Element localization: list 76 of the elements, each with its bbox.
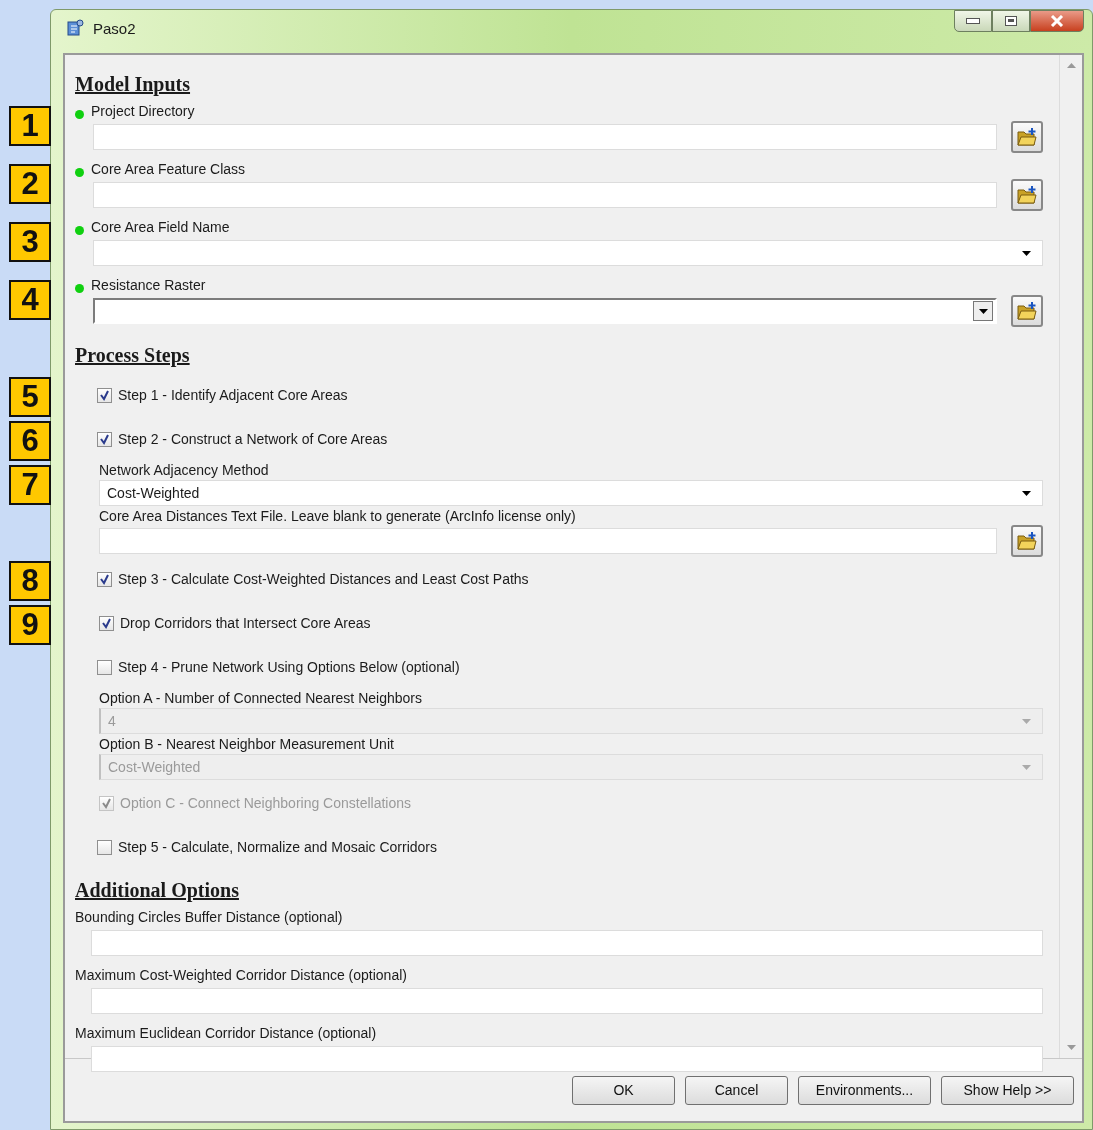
- callout-number: 1: [9, 106, 51, 146]
- dialog-button[interactable]: Environments...: [798, 1075, 931, 1105]
- section-heading: Process Steps: [75, 344, 191, 367]
- callout-number: 6: [9, 421, 51, 461]
- script-icon: [65, 18, 85, 38]
- checkmark-icon: [101, 617, 112, 629]
- callout-number: 2: [9, 164, 51, 204]
- input-field[interactable]: [93, 182, 997, 208]
- checkbox[interactable]: [99, 615, 114, 631]
- dropdown-arrow-icon: [1021, 764, 1031, 770]
- checkbox-label: Option C - Connect Neighboring Constellations: [120, 795, 412, 811]
- dialog-button[interactable]: Cancel: [685, 1075, 788, 1105]
- callout-number: 4: [9, 280, 51, 320]
- section-heading: Additional Options: [75, 879, 240, 902]
- dialog-button[interactable]: OK: [572, 1075, 675, 1105]
- field-label: Maximum Euclidean Corridor Distance (optional): [75, 1025, 377, 1041]
- checkbox-label: Step 4 - Prune Network Using Options Below (optional): [118, 659, 460, 675]
- input-field[interactable]: [91, 930, 1043, 956]
- field-label: Project Directory: [91, 103, 195, 119]
- browse-folder-button[interactable]: [1011, 121, 1043, 153]
- folder-icon: [1016, 185, 1038, 205]
- checkbox[interactable]: [97, 431, 112, 447]
- checkbox-label: Step 1 - Identify Adjacent Core Areas: [118, 387, 348, 403]
- checkbox[interactable]: [97, 839, 112, 855]
- checkbox[interactable]: [97, 387, 112, 403]
- checkmark-icon: [99, 433, 110, 445]
- checkmark-icon: [99, 389, 110, 401]
- dropdown-arrow-icon: [978, 308, 988, 314]
- callout-number: 7: [9, 465, 51, 505]
- field-label: Core Area Feature Class: [91, 161, 246, 177]
- browse-folder-button[interactable]: [1011, 525, 1043, 557]
- dropdown-field[interactable]: [93, 298, 997, 324]
- folder-icon: [1016, 127, 1038, 147]
- scroll-up-icon: [1066, 63, 1076, 68]
- callout-number: 3: [9, 222, 51, 262]
- checkbox-label: Step 5 - Calculate, Normalize and Mosaic Corridors: [118, 839, 437, 855]
- dialog-button[interactable]: Show Help >>: [941, 1075, 1074, 1105]
- browse-folder-button[interactable]: [1011, 179, 1043, 211]
- maximize-icon: [1005, 16, 1017, 26]
- window-title: Paso2: [93, 19, 136, 37]
- input-field[interactable]: [91, 1046, 1043, 1072]
- minimize-icon: [966, 18, 980, 24]
- minimize-button[interactable]: [954, 10, 992, 32]
- checkbox-label: Step 3 - Calculate Cost-Weighted Distances and Least Cost Paths: [118, 571, 529, 587]
- folder-icon: [1016, 531, 1038, 551]
- callout-number: 5: [9, 377, 51, 417]
- field-label: Resistance Raster: [91, 277, 206, 293]
- dropdown-arrow-icon: [1021, 490, 1031, 496]
- callout-number: 8: [9, 561, 51, 601]
- field-label: Option B - Nearest Neighbor Measurement Unit: [99, 736, 394, 752]
- field-label: Core Area Field Name: [91, 219, 230, 235]
- checkbox-label: Drop Corridors that Intersect Core Areas: [120, 615, 371, 631]
- field-label: Option A - Number of Connected Nearest Neighbors: [99, 690, 422, 706]
- checkmark-icon: [101, 797, 112, 809]
- browse-folder-button[interactable]: [1011, 295, 1043, 327]
- input-field[interactable]: [93, 124, 997, 150]
- field-label: Bounding Circles Buffer Distance (optional): [75, 909, 343, 925]
- close-icon: [1050, 15, 1064, 27]
- dropdown-field[interactable]: Cost-Weighted: [99, 480, 1043, 506]
- scroll-down-icon: [1066, 1045, 1076, 1050]
- folder-icon: [1016, 301, 1038, 321]
- callout-number: 9: [9, 605, 51, 645]
- dropdown-arrow-icon: [1021, 718, 1031, 724]
- input-field[interactable]: [99, 528, 997, 554]
- close-button[interactable]: [1030, 10, 1084, 32]
- checkbox-label: Step 2 - Construct a Network of Core Areas: [118, 431, 388, 447]
- checkmark-icon: [99, 573, 110, 585]
- field-label: Network Adjacency Method: [99, 462, 269, 478]
- section-heading: Model Inputs: [75, 73, 192, 96]
- field-label: Core Area Distances Text File. Leave blank to generate (ArcInfo license only): [99, 508, 576, 524]
- maximize-button[interactable]: [992, 10, 1030, 32]
- checkbox[interactable]: [97, 659, 112, 675]
- input-field[interactable]: [91, 988, 1043, 1014]
- field-label: Maximum Cost-Weighted Corridor Distance (optional): [75, 967, 407, 983]
- checkbox[interactable]: [97, 571, 112, 587]
- dropdown-arrow-icon: [1021, 250, 1031, 256]
